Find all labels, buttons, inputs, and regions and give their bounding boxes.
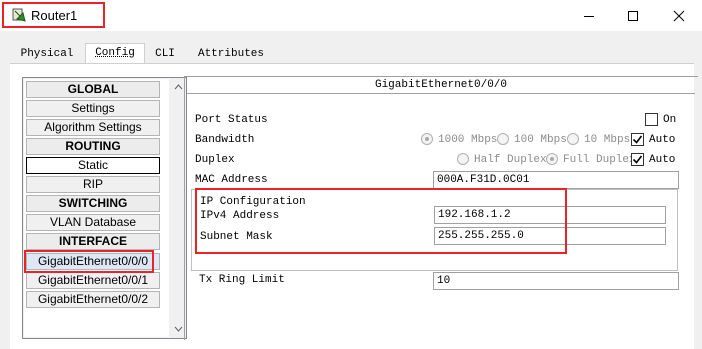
mac-address-label: MAC Address — [195, 174, 268, 186]
nav-header-routing: ROUTING — [26, 138, 160, 155]
nav-item-vlan-database[interactable]: VLAN Database — [26, 214, 160, 231]
port-status-checkbox[interactable] — [645, 113, 658, 126]
nav-header-switching: SWITCHING — [26, 195, 160, 212]
ip-configuration-group: IP Configuration IPv4 Address 192.168.1.… — [191, 189, 678, 271]
bandwidth-100-label: 100 Mbps — [514, 134, 567, 146]
bandwidth-100-radio[interactable] — [497, 133, 509, 145]
chevron-up-icon — [174, 84, 182, 90]
bandwidth-1000-radio[interactable] — [421, 133, 433, 145]
bandwidth-1000-label: 1000 Mbps — [438, 134, 498, 146]
bandwidth-auto-checkbox[interactable] — [631, 133, 644, 146]
minimize-button[interactable] — [566, 0, 612, 31]
bandwidth-auto-label: Auto — [649, 134, 676, 146]
config-nav-panel: GLOBAL Settings Algorithm Settings ROUTI… — [22, 77, 187, 339]
close-button[interactable] — [656, 0, 702, 31]
tab-cli[interactable]: CLI — [151, 45, 179, 63]
nav-item-interface-0[interactable]: GigabitEthernet0/0/0 — [26, 253, 160, 270]
subnet-mask-input[interactable]: 255.255.255.0 — [434, 227, 666, 245]
nav-item-interface-1[interactable]: GigabitEthernet0/0/1 — [26, 272, 160, 289]
tx-ring-limit-label: Tx Ring Limit — [199, 274, 285, 286]
duplex-auto-checkbox[interactable] — [631, 153, 644, 166]
bandwidth-10-radio[interactable] — [567, 133, 579, 145]
half-duplex-label: Half Duplex — [474, 154, 547, 166]
title-bar: Router1 — [0, 0, 702, 31]
tab-physical[interactable]: Physical — [16, 45, 78, 63]
nav-item-rip[interactable]: RIP — [26, 176, 160, 193]
maximize-button[interactable] — [610, 0, 656, 31]
port-status-on-label: On — [663, 114, 677, 126]
mac-address-field[interactable]: 000A.F31D.0C01 — [433, 171, 679, 189]
nav-header-interface: INTERFACE — [26, 233, 160, 250]
tab-attributes[interactable]: Attributes — [192, 45, 270, 63]
config-nav-list: GLOBAL Settings Algorithm Settings ROUTI… — [24, 79, 169, 337]
chevron-down-icon — [174, 326, 182, 332]
duplex-label: Duplex — [195, 154, 235, 166]
tx-ring-limit-input[interactable]: 10 — [433, 272, 679, 290]
ipv4-address-input[interactable]: 192.168.1.2 — [434, 206, 666, 224]
bandwidth-10-label: 10 Mbps — [584, 134, 631, 146]
window-body: Physical Config CLI Attributes GLOBAL Se… — [0, 31, 702, 349]
checkmark-icon — [632, 135, 643, 144]
full-duplex-radio[interactable] — [546, 153, 558, 165]
maximize-icon — [628, 10, 638, 21]
ipv4-address-label: IPv4 Address — [200, 210, 280, 222]
half-duplex-radio[interactable] — [457, 153, 469, 165]
nav-item-algorithm-settings[interactable]: Algorithm Settings — [26, 119, 160, 136]
nav-item-settings[interactable]: Settings — [26, 100, 160, 117]
interface-panel: GigabitEthernet0/0/0 Port Status On Band… — [184, 76, 698, 340]
config-content: GLOBAL Settings Algorithm Settings ROUTI… — [10, 63, 698, 349]
router-app-icon — [12, 8, 26, 22]
minimize-icon — [584, 15, 594, 17]
port-status-label: Port Status — [195, 114, 268, 126]
nav-item-interface-2[interactable]: GigabitEthernet0/0/2 — [26, 291, 160, 308]
checkmark-icon — [632, 155, 643, 164]
nav-header-global: GLOBAL — [26, 81, 160, 98]
ip-configuration-label: IP Configuration — [200, 196, 306, 208]
nav-item-static[interactable]: Static — [26, 157, 160, 174]
window-title: Router1 — [31, 8, 78, 23]
bandwidth-label: Bandwidth — [195, 134, 255, 146]
interface-panel-title: GigabitEthernet0/0/0 — [187, 78, 695, 94]
duplex-auto-label: Auto — [649, 154, 676, 166]
subnet-mask-label: Subnet Mask — [200, 231, 273, 243]
tab-config[interactable]: Config — [85, 43, 145, 63]
full-duplex-label: Full Duplex — [563, 154, 636, 166]
close-icon — [673, 10, 685, 21]
